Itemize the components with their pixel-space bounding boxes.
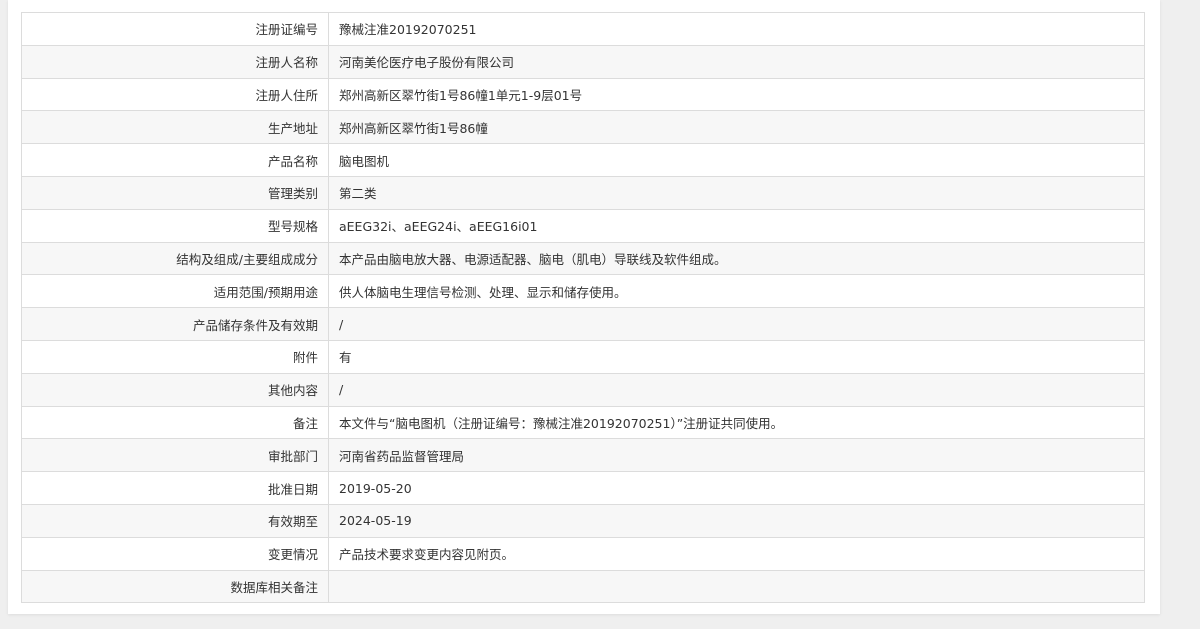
table-row: 变更情况 产品技术要求变更内容见附页。 [21,536,1145,571]
detail-card: 注册证编号 豫械注准20192070251 注册人名称 河南美伦医疗电子股份有限… [8,0,1160,614]
row-value: 2024-05-19 [328,503,1145,538]
row-label: 产品名称 [21,143,329,177]
table-row: 注册人名称 河南美伦医疗电子股份有限公司 [21,44,1145,79]
row-value: 第二类 [328,175,1145,210]
table-row: 附件 有 [21,339,1145,374]
row-label: 注册人名称 [21,44,329,79]
row-value: 本文件与“脑电图机（注册证编号：豫械注准20192070251）”注册证共同使用… [328,405,1145,440]
registration-detail-table: 注册证编号 豫械注准20192070251 注册人名称 河南美伦医疗电子股份有限… [21,12,1145,604]
row-value: 豫械注准20192070251 [328,12,1145,46]
row-label: 批准日期 [21,471,329,505]
row-label: 适用范围/预期用途 [21,274,329,309]
table-row: 批准日期 2019-05-20 [21,471,1145,505]
row-label: 结构及组成/主要组成成分 [21,241,329,276]
row-value: 2019-05-20 [328,471,1145,505]
table-row: 有效期至 2024-05-19 [21,503,1145,538]
table-row: 管理类别 第二类 [21,175,1145,210]
row-value: 产品技术要求变更内容见附页。 [328,536,1145,571]
table-row: 注册人住所 郑州高新区翠竹街1号86幢1单元1-9层01号 [21,77,1145,112]
row-value: 有 [328,339,1145,374]
row-label: 变更情况 [21,536,329,571]
row-value [328,569,1145,604]
row-label: 备注 [21,405,329,440]
row-value: 供人体脑电生理信号检测、处理、显示和储存使用。 [328,274,1145,309]
row-label: 产品储存条件及有效期 [21,307,329,341]
row-label: 注册人住所 [21,77,329,112]
table-row: 型号规格 aEEG32i、aEEG24i、aEEG16i01 [21,208,1145,243]
table-row: 数据库相关备注 [21,569,1145,604]
row-label: 附件 [21,339,329,374]
table-row: 产品储存条件及有效期 / [21,307,1145,341]
table-row: 适用范围/预期用途 供人体脑电生理信号检测、处理、显示和储存使用。 [21,274,1145,309]
table-row: 注册证编号 豫械注准20192070251 [21,12,1145,46]
table-row: 结构及组成/主要组成成分 本产品由脑电放大器、电源适配器、脑电（肌电）导联线及软… [21,241,1145,276]
row-value: 本产品由脑电放大器、电源适配器、脑电（肌电）导联线及软件组成。 [328,241,1145,276]
table-row: 审批部门 河南省药品监督管理局 [21,438,1145,473]
table-row: 产品名称 脑电图机 [21,143,1145,177]
row-value: 郑州高新区翠竹街1号86幢1单元1-9层01号 [328,77,1145,112]
row-label: 型号规格 [21,208,329,243]
row-value: / [328,307,1145,341]
row-label: 数据库相关备注 [21,569,329,604]
row-value: aEEG32i、aEEG24i、aEEG16i01 [328,208,1145,243]
row-label: 管理类别 [21,175,329,210]
row-value: 河南美伦医疗电子股份有限公司 [328,44,1145,79]
row-label: 有效期至 [21,503,329,538]
row-value: 郑州高新区翠竹街1号86幢 [328,110,1145,145]
row-value: 河南省药品监督管理局 [328,438,1145,473]
table-row: 备注 本文件与“脑电图机（注册证编号：豫械注准20192070251）”注册证共… [21,405,1145,440]
table-row: 其他内容 / [21,372,1145,407]
row-value: 脑电图机 [328,143,1145,177]
row-label: 其他内容 [21,372,329,407]
row-label: 审批部门 [21,438,329,473]
row-value: / [328,372,1145,407]
row-label: 注册证编号 [21,12,329,46]
table-row: 生产地址 郑州高新区翠竹街1号86幢 [21,110,1145,145]
row-label: 生产地址 [21,110,329,145]
